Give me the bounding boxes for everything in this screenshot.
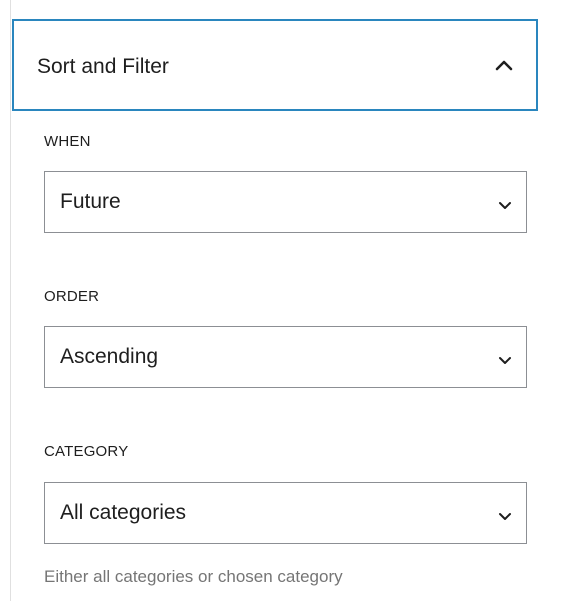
chevron-down-icon xyxy=(497,198,513,210)
when-label: WHEN xyxy=(44,133,91,150)
order-select-value: Ascending xyxy=(60,345,159,368)
category-select[interactable]: All categories xyxy=(44,482,527,544)
when-select-value: Future xyxy=(60,190,121,213)
category-select-value: All categories xyxy=(60,501,187,524)
category-label: CATEGORY xyxy=(44,443,129,460)
chevron-down-icon xyxy=(497,509,513,521)
sort-and-filter-panel-toggle[interactable]: Sort and Filter xyxy=(12,19,538,111)
order-label: ORDER xyxy=(44,288,100,305)
sidebar-divider xyxy=(10,0,11,601)
chevron-down-icon xyxy=(497,353,513,365)
order-select[interactable]: Ascending xyxy=(44,326,527,388)
chevron-up-icon xyxy=(492,55,516,75)
panel-title: Sort and Filter xyxy=(37,55,169,78)
when-select[interactable]: Future xyxy=(44,171,527,233)
category-help-text: Either all categories or chosen category xyxy=(44,567,343,586)
